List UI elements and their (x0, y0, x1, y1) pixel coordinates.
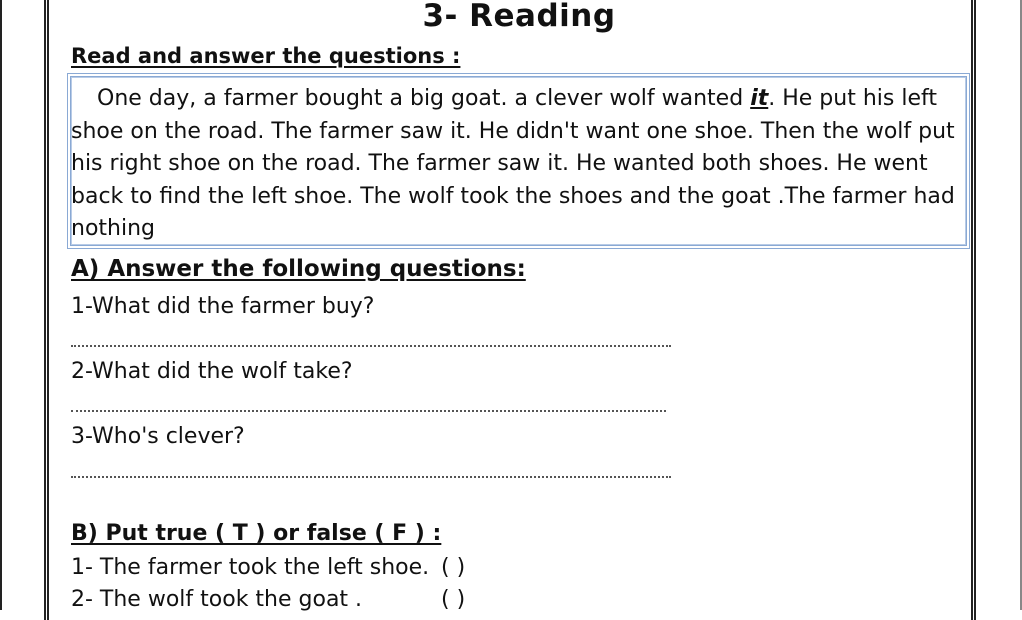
instruction-heading: Read and answer the questions : (71, 44, 461, 68)
section-b-heading: B) Put true ( T ) or false ( F ) : (71, 521, 442, 546)
passage-emphasis: it (750, 86, 769, 111)
answer-bracket-1[interactable]: ( ) (441, 555, 465, 580)
reading-passage: One day, a farmer bought a big goat. a c… (71, 83, 966, 246)
answer-line-2[interactable] (71, 410, 666, 412)
answer-line-3[interactable] (71, 476, 671, 478)
statement-1: 1- The farmer took the left shoe. (71, 555, 430, 580)
statement-2: 2- The wolf took the goat . (71, 587, 363, 612)
question-1: 1-What did the farmer buy? (71, 294, 375, 319)
passage-text-start: One day, a farmer bought a big goat. a c… (97, 86, 751, 111)
question-3: 3-Who's clever? (71, 424, 245, 449)
answer-line-1[interactable] (71, 345, 671, 347)
section-a-heading: A) Answer the following questions: (71, 256, 526, 282)
answer-bracket-2[interactable]: ( ) (441, 587, 465, 612)
question-2: 2-What did the wolf take? (71, 359, 353, 384)
page-edge-left (0, 0, 2, 610)
page-title: 3- Reading (422, 0, 616, 34)
